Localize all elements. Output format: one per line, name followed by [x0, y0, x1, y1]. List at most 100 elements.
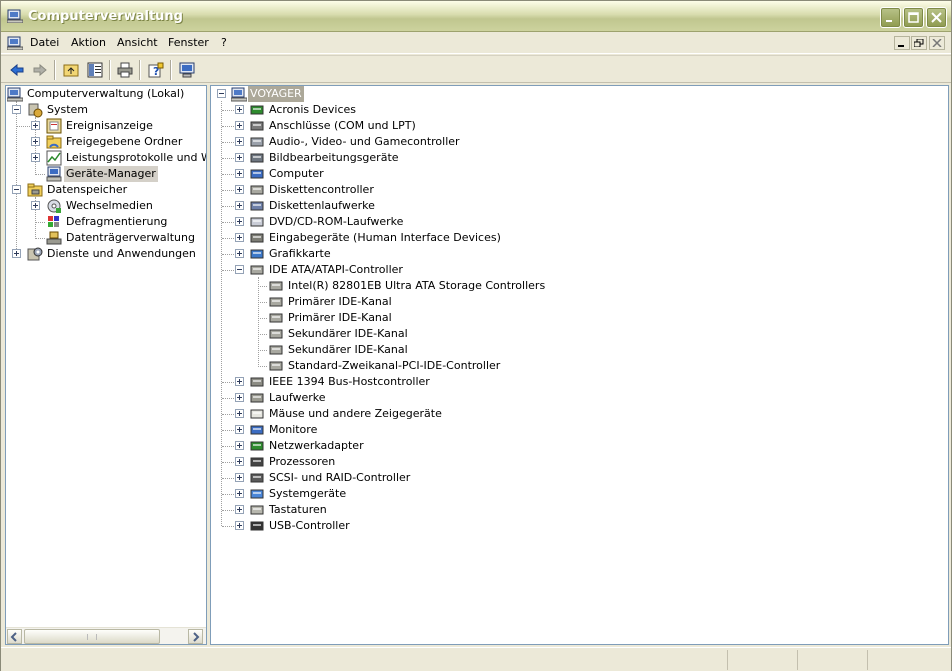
menu-fenster[interactable]: Fenster — [168, 36, 209, 49]
restore-icon — [914, 39, 924, 47]
child-close-button[interactable] — [929, 36, 945, 50]
title-bar[interactable]: Computerverwaltung — [1, 1, 951, 32]
device-label: Systemgeräte — [269, 487, 347, 500]
device-label: Acronis Devices — [269, 103, 356, 116]
scroll-thumb[interactable] — [24, 629, 160, 644]
firewire-icon — [250, 377, 264, 387]
device-label: Bildbearbeitungsgeräte — [269, 151, 399, 164]
expand-toggle[interactable] — [235, 489, 244, 498]
controller-icon — [250, 185, 264, 195]
display-icon — [250, 249, 264, 259]
device-label: Sekundärer IDE-Kanal — [288, 327, 408, 340]
device-tree-pane: VOYAGER Acronis Devices Anschlüsse (COM u… — [210, 85, 949, 645]
menu-datei[interactable]: Datei — [30, 36, 59, 49]
expand-toggle[interactable] — [235, 201, 244, 210]
menu-help[interactable]: ? — [221, 36, 227, 49]
device-label: DVD/CD-ROM-Laufwerke — [269, 215, 404, 228]
camera-icon — [250, 153, 264, 163]
expand-toggle[interactable] — [235, 441, 244, 450]
window-title: Computerverwaltung — [28, 9, 183, 24]
controller-icon — [269, 329, 283, 339]
device-label: Computer — [269, 167, 324, 180]
expand-toggle[interactable] — [235, 105, 244, 114]
expand-toggle[interactable] — [235, 505, 244, 514]
child-minimize-button[interactable] — [894, 36, 910, 50]
expand-toggle[interactable] — [235, 457, 244, 466]
tree-label: Leistungsprotokolle und Warn — [66, 151, 206, 164]
close-button[interactable] — [926, 7, 947, 28]
device-properties-icon — [179, 62, 195, 78]
expand-toggle[interactable] — [31, 153, 40, 162]
update-driver-button[interactable] — [177, 60, 197, 80]
up-one-level-button[interactable] — [61, 60, 81, 80]
expand-toggle[interactable] — [235, 425, 244, 434]
expand-toggle[interactable] — [31, 201, 40, 210]
back-arrow-icon — [10, 63, 24, 77]
menu-ansicht[interactable]: Ansicht — [117, 36, 158, 49]
controller-icon — [269, 281, 283, 291]
removable-media-icon — [47, 199, 61, 213]
expand-toggle[interactable] — [31, 121, 40, 130]
collapse-toggle[interactable] — [217, 89, 226, 98]
console-tree-icon — [87, 62, 103, 78]
device-label: Laufwerke — [269, 391, 326, 404]
collapse-toggle[interactable] — [12, 105, 21, 114]
device-label: Tastaturen — [269, 503, 327, 516]
chevron-right-icon — [193, 632, 200, 642]
minimize-icon — [898, 45, 904, 47]
expand-toggle[interactable] — [235, 409, 244, 418]
collapse-toggle[interactable] — [235, 265, 244, 274]
tree-label: Geräte-Manager — [64, 166, 158, 182]
child-restore-button[interactable] — [911, 36, 927, 50]
expand-toggle[interactable] — [235, 185, 244, 194]
expand-toggle[interactable] — [235, 169, 244, 178]
expand-toggle[interactable] — [31, 137, 40, 146]
device-label: IDE ATA/ATAPI-Controller — [269, 263, 403, 276]
defrag-icon — [48, 216, 59, 227]
expand-toggle[interactable] — [235, 377, 244, 386]
menu-aktion[interactable]: Aktion — [71, 36, 106, 49]
expand-toggle[interactable] — [235, 393, 244, 402]
device-label: Prozessoren — [269, 455, 336, 468]
help-button[interactable]: ? — [146, 60, 166, 80]
device-label: Diskettencontroller — [269, 183, 374, 196]
horizontal-scrollbar[interactable] — [6, 627, 206, 644]
expand-toggle[interactable] — [235, 233, 244, 242]
expand-toggle[interactable] — [235, 153, 244, 162]
expand-toggle[interactable] — [235, 249, 244, 258]
back-button[interactable] — [7, 60, 27, 80]
device-label: Diskettenlaufwerke — [269, 199, 375, 212]
scroll-left-button[interactable] — [7, 629, 22, 644]
device-label: Sekundärer IDE-Kanal — [288, 343, 408, 356]
processor-icon — [250, 457, 264, 467]
floppy-icon — [250, 201, 264, 211]
board-icon — [250, 105, 264, 115]
controller-icon — [250, 265, 264, 275]
expand-toggle[interactable] — [235, 121, 244, 130]
expand-toggle[interactable] — [235, 521, 244, 530]
usb-icon — [250, 521, 264, 531]
tree-label: Dienste und Anwendungen — [47, 247, 196, 260]
device-label: Grafikkarte — [269, 247, 331, 260]
expand-toggle[interactable] — [12, 249, 21, 258]
collapse-toggle[interactable] — [12, 185, 21, 194]
expand-toggle[interactable] — [235, 137, 244, 146]
device-label: Monitore — [269, 423, 318, 436]
computer-icon — [250, 169, 264, 179]
tree-label: Defragmentierung — [66, 215, 168, 228]
tree-label: Computerverwaltung (Lokal) — [27, 87, 185, 100]
device-label: Primärer IDE-Kanal — [288, 295, 392, 308]
forward-button[interactable] — [30, 60, 50, 80]
document-system-menu-icon[interactable] — [7, 36, 23, 50]
sound-icon — [250, 137, 264, 147]
help-properties-icon: ? — [148, 62, 164, 78]
expand-toggle[interactable] — [235, 473, 244, 482]
maximize-button[interactable] — [903, 7, 924, 28]
scroll-right-button[interactable] — [188, 629, 203, 644]
print-button[interactable] — [115, 60, 135, 80]
performance-logs-icon — [46, 150, 62, 166]
show-hide-console-tree-button[interactable] — [85, 60, 105, 80]
expand-toggle[interactable] — [235, 217, 244, 226]
controller-icon — [269, 313, 283, 323]
minimize-button[interactable] — [880, 7, 901, 28]
